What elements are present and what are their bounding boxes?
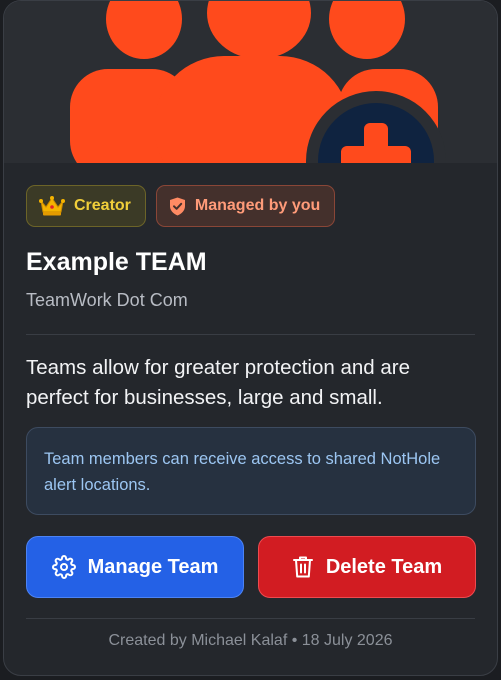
team-add-icon [4, 1, 497, 163]
manage-team-button[interactable]: Manage Team [26, 536, 244, 598]
trash-icon [292, 555, 314, 579]
managed-badge: Managed by you [155, 185, 336, 227]
creator-badge: Creator [26, 185, 146, 227]
managed-badge-label: Managed by you [194, 197, 321, 214]
gear-icon [51, 555, 76, 579]
created-by-footer: Created by Michael Kalaf • 18 July 2026 [108, 632, 393, 649]
team-name: Example TEAM [26, 248, 207, 276]
team-description: Teams allow for greater protection and a… [26, 356, 411, 409]
delete-team-label: Delete Team [325, 555, 443, 578]
info-box-text: Team members can receive access to share… [44, 450, 441, 494]
delete-team-button[interactable]: Delete Team [258, 536, 476, 598]
team-card: Creator Managed by you Example TEAM Team… [3, 0, 498, 676]
manage-team-label: Manage Team [87, 555, 219, 578]
info-box: Team members can receive access to share… [26, 427, 476, 515]
creator-badge-label: Creator [74, 197, 131, 214]
divider [26, 618, 475, 619]
team-banner-image [4, 1, 497, 163]
badge-row: Creator Managed by you [26, 185, 336, 227]
team-domain: TeamWork Dot Com [26, 290, 188, 310]
divider [26, 334, 475, 335]
crown-icon [39, 195, 65, 217]
shield-check-icon [169, 197, 186, 216]
